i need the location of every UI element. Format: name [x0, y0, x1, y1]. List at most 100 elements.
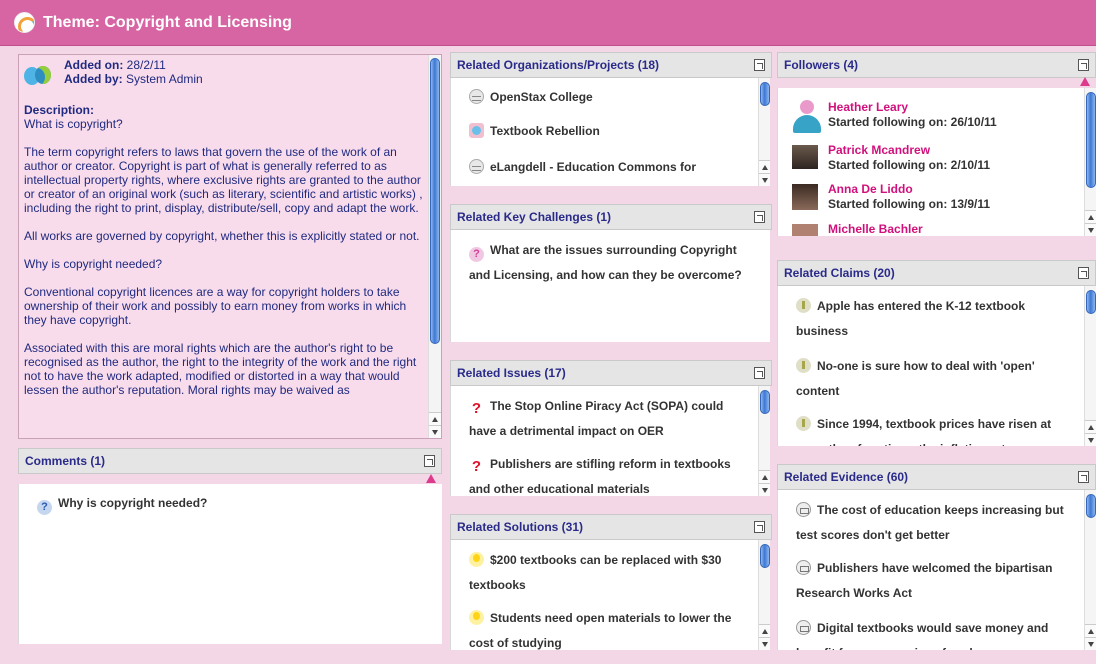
- organization-item[interactable]: OpenStax College: [469, 86, 750, 108]
- organizations-body: OpenStax College Textbook Rebellion eLan…: [450, 78, 770, 186]
- issues-panel: Related Issues (17) ? The Stop Online Pir…: [450, 360, 772, 506]
- lightbulb-icon: [469, 552, 484, 567]
- claims-title: Related Claims (20): [784, 266, 895, 280]
- default-avatar-icon: [792, 100, 822, 134]
- scrollbar[interactable]: [758, 386, 770, 496]
- description-scrollbar[interactable]: [428, 55, 441, 438]
- solution-text: Students need open materials to lower th…: [469, 611, 732, 650]
- expand-icon[interactable]: [1078, 471, 1089, 483]
- scroll-thumb[interactable]: [760, 82, 770, 106]
- expand-icon[interactable]: [424, 455, 435, 467]
- organization-item[interactable]: eLangdell - Education Commons for: [469, 156, 750, 178]
- issue-item[interactable]: ? The Stop Online Piracy Act (SOPA) could…: [469, 394, 750, 444]
- scroll-down-icon[interactable]: [759, 637, 770, 650]
- claims-header: Related Claims (20): [777, 260, 1096, 286]
- evidence-item[interactable]: Publishers have welcomed the bipartisan …: [796, 556, 1076, 606]
- expand-icon[interactable]: [754, 59, 765, 71]
- follower-name[interactable]: Anna De Liddo: [828, 182, 990, 197]
- scrollbar[interactable]: [758, 78, 770, 186]
- issue-item[interactable]: ? Publishers are stifling reform in textb…: [469, 452, 750, 496]
- scroll-arrows[interactable]: [429, 412, 441, 438]
- comments-title: Comments (1): [25, 454, 106, 468]
- evidence-icon: [796, 502, 811, 517]
- scroll-up-icon[interactable]: [1085, 624, 1096, 637]
- scrollbar[interactable]: [1084, 88, 1096, 236]
- description-paragraph: What is copyright?: [24, 117, 123, 131]
- follower-item[interactable]: Heather Leary Started following on: 26/1…: [792, 98, 1076, 136]
- scroll-thumb[interactable]: [1086, 290, 1096, 314]
- follower-name[interactable]: Heather Leary: [828, 100, 997, 115]
- scrollbar[interactable]: [1084, 286, 1096, 446]
- expand-icon[interactable]: [754, 367, 765, 379]
- follower-since: Started following on: 2/10/11: [828, 158, 990, 173]
- scroll-thumb[interactable]: [760, 390, 770, 414]
- comments-header: Comments (1): [18, 448, 442, 483]
- expand-icon[interactable]: [754, 521, 765, 533]
- expand-icon[interactable]: [754, 211, 765, 223]
- scroll-up-icon[interactable]: [429, 412, 441, 425]
- since-date: 2/10/11: [950, 158, 991, 172]
- scroll-arrows[interactable]: [1085, 624, 1096, 650]
- evidence-text: Publishers have welcomed the bipartisan …: [796, 561, 1053, 600]
- challenge-item[interactable]: ? What are the issues surrounding Copyrig…: [469, 238, 752, 288]
- collapse-arrow-icon[interactable]: [426, 474, 436, 483]
- scroll-down-icon[interactable]: [1085, 433, 1096, 446]
- follower-since: Started following on: 26/10/11: [828, 115, 997, 130]
- claims-body: Apple has entered the K-12 textbook busi…: [777, 286, 1096, 446]
- expand-icon[interactable]: [1078, 59, 1089, 71]
- follower-item[interactable]: Patrick Mcandrew Started following on: 2…: [792, 141, 1076, 175]
- follower-since: Started following on: 13/9/11: [828, 197, 990, 212]
- solution-item[interactable]: $200 textbooks can be replaced with $30 …: [469, 548, 750, 598]
- scroll-thumb[interactable]: [430, 58, 440, 344]
- organization-item[interactable]: Textbook Rebellion: [469, 120, 750, 142]
- follower-name[interactable]: Patrick Mcandrew: [828, 143, 990, 158]
- scroll-arrows[interactable]: [759, 160, 770, 186]
- challenges-body: ? What are the issues surrounding Copyrig…: [450, 230, 770, 342]
- scroll-up-icon[interactable]: [1085, 210, 1096, 223]
- issues-title: Related Issues (17): [457, 366, 566, 380]
- collapse-arrow-icon[interactable]: [1080, 77, 1090, 86]
- follower-name[interactable]: Michelle Bachler: [828, 222, 923, 236]
- solution-text: $200 textbooks can be replaced with $30 …: [469, 553, 722, 592]
- theme-meta: Added on: 28/2/11 Added by: System Admin: [64, 58, 203, 86]
- follower-item[interactable]: Anna De Liddo Started following on: 13/9…: [792, 180, 1076, 214]
- evidence-panel: Related Evidence (60) The cost of educat…: [777, 464, 1096, 664]
- theme-icon: [14, 12, 35, 33]
- comments-body: ? Why is copyright needed?: [18, 484, 442, 644]
- followers-title: Followers (4): [784, 58, 859, 72]
- scroll-down-icon[interactable]: [1085, 223, 1096, 236]
- organizations-header: Related Organizations/Projects (18): [450, 52, 772, 78]
- scroll-down-icon[interactable]: [759, 483, 770, 496]
- scroll-down-icon[interactable]: [429, 425, 441, 438]
- since-label: Started following on:: [828, 197, 948, 211]
- scroll-thumb[interactable]: [760, 544, 770, 568]
- evidence-item[interactable]: Digital textbooks would save money and b…: [796, 616, 1076, 650]
- scroll-thumb[interactable]: [1086, 494, 1096, 518]
- scrollbar[interactable]: [758, 540, 770, 650]
- scroll-down-icon[interactable]: [1085, 637, 1096, 650]
- scroll-up-icon[interactable]: [759, 470, 770, 483]
- solution-item[interactable]: Students need open materials to lower th…: [469, 606, 750, 650]
- comment-item[interactable]: ? Why is copyright needed?: [37, 492, 422, 515]
- claim-item[interactable]: Apple has entered the K-12 textbook busi…: [796, 294, 1076, 344]
- scroll-arrows[interactable]: [759, 624, 770, 650]
- comments-panel: Comments (1) ? Why is copyright needed?: [18, 448, 442, 648]
- claim-item[interactable]: Since 1994, textbook prices have risen a…: [796, 412, 1076, 446]
- scroll-up-icon[interactable]: [1085, 420, 1096, 433]
- scroll-down-icon[interactable]: [759, 173, 770, 186]
- claim-item[interactable]: No-one is sure how to deal with 'open' c…: [796, 354, 1076, 404]
- since-label: Started following on:: [828, 115, 948, 129]
- organization-logo-icon: [469, 123, 484, 138]
- scroll-up-icon[interactable]: [759, 160, 770, 173]
- organizations-title: Related Organizations/Projects (18): [457, 58, 660, 72]
- follower-item[interactable]: Michelle Bachler: [792, 220, 1076, 236]
- expand-icon[interactable]: [1078, 267, 1089, 279]
- scroll-arrows[interactable]: [1085, 420, 1096, 446]
- evidence-item[interactable]: The cost of education keeps increasing b…: [796, 498, 1076, 548]
- challenges-title: Related Key Challenges (1): [457, 210, 612, 224]
- scroll-arrows[interactable]: [1085, 210, 1096, 236]
- scroll-up-icon[interactable]: [759, 624, 770, 637]
- scroll-thumb[interactable]: [1086, 92, 1096, 188]
- scrollbar[interactable]: [1084, 490, 1096, 650]
- scroll-arrows[interactable]: [759, 470, 770, 496]
